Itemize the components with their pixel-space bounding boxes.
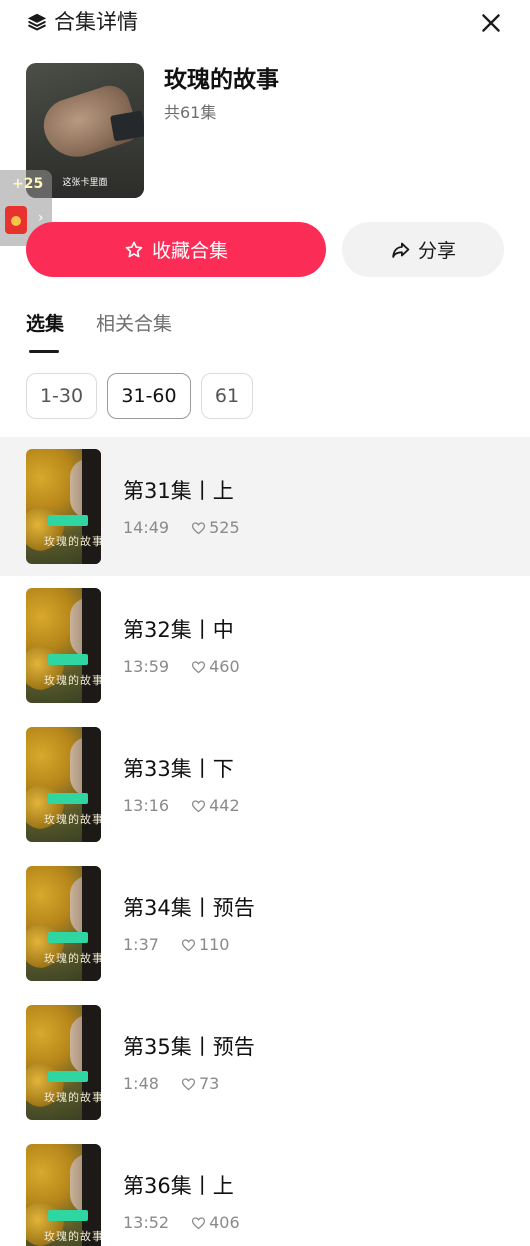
episode-title: 第35集丨预告 — [123, 1035, 255, 1059]
episode-duration: 1:37 — [123, 935, 159, 954]
episode-likes: 406 — [209, 1213, 240, 1232]
episode-thumbnail: 玫瑰的故事 — [26, 1144, 101, 1246]
episode-row[interactable]: 玫瑰的故事 第31集丨上 14:49 525 — [0, 437, 530, 576]
cover-phone — [109, 110, 144, 142]
episode-thumbnail: 玫瑰的故事 — [26, 449, 101, 564]
range-chip-61[interactable]: 61 — [201, 373, 253, 419]
episode-likes: 460 — [209, 657, 240, 676]
episode-title: 第31集丨上 — [123, 479, 234, 503]
episode-row[interactable]: 玫瑰的故事 第34集丨预告 1:37 110 — [0, 854, 530, 993]
red-envelope-icon — [5, 206, 27, 234]
layers-icon — [27, 13, 47, 31]
episode-duration: 13:52 — [123, 1213, 170, 1232]
episode-count: 共61集 — [164, 103, 217, 122]
episode-title: 第32集丨中 — [123, 618, 234, 642]
star-icon — [125, 241, 143, 257]
tab-episodes[interactable]: 选集 — [26, 310, 64, 338]
collect-button-label: 收藏合集 — [151, 240, 228, 262]
share-button-label: 分享 — [417, 240, 456, 262]
page-title: 合集详情 — [54, 10, 138, 34]
episode-thumbnail: 玫瑰的故事 — [26, 866, 101, 981]
episode-thumbnail: 玫瑰的故事 — [26, 1005, 101, 1120]
episode-meta: 13:16 442 — [123, 795, 240, 817]
episode-row[interactable]: 玫瑰的故事 第33集丨下 13:16 442 — [0, 715, 530, 854]
thumbnail-series-name: 玫瑰的故事 — [44, 1091, 101, 1104]
episode-meta: 13:52 406 — [123, 1212, 240, 1234]
range-chip-1-30[interactable]: 1-30 — [26, 373, 97, 419]
episode-thumbnail: 玫瑰的故事 — [26, 727, 101, 842]
episode-title: 第34集丨预告 — [123, 896, 255, 920]
thumbnail-series-name: 玫瑰的故事 — [44, 674, 101, 687]
heart-icon — [192, 1216, 206, 1229]
episode-duration: 14:49 — [123, 518, 170, 537]
episode-duration: 13:16 — [123, 796, 170, 815]
heart-icon — [192, 799, 206, 812]
episode-likes: 442 — [209, 796, 240, 815]
episode-meta: 1:37 110 — [123, 934, 229, 956]
episode-title: 第33集丨下 — [123, 757, 234, 781]
thumbnail-series-name: 玫瑰的故事 — [44, 813, 101, 826]
heart-icon — [192, 521, 206, 534]
episode-row[interactable]: 玫瑰的故事 第36集丨上 13:52 406 — [0, 1132, 530, 1246]
heart-icon — [181, 1077, 196, 1090]
heart-icon — [181, 938, 196, 951]
episode-meta: 13:59 460 — [123, 656, 240, 678]
tab-related-collections[interactable]: 相关合集 — [96, 310, 172, 338]
thumbnail-series-name: 玫瑰的故事 — [44, 1230, 101, 1243]
episode-likes: 110 — [198, 935, 230, 954]
share-icon — [392, 242, 410, 258]
tab-active-indicator — [29, 350, 59, 353]
share-button[interactable]: 分享 — [342, 222, 504, 277]
episode-thumbnail: 玫瑰的故事 — [26, 588, 101, 703]
episode-duration: 13:59 — [123, 657, 170, 676]
reward-points: +25 — [12, 176, 44, 192]
collection-name: 玫瑰的故事 — [164, 67, 279, 93]
header: 合集详情 — [0, 0, 530, 46]
episode-meta: 1:48 73 — [123, 1073, 219, 1095]
heart-icon — [192, 660, 206, 673]
episode-likes: 525 — [209, 518, 240, 537]
close-icon[interactable] — [478, 10, 504, 36]
episode-row[interactable]: 玫瑰的故事 第35集丨预告 1:48 73 — [0, 993, 530, 1132]
episode-meta: 14:49 525 — [123, 517, 240, 539]
thumbnail-series-name: 玫瑰的故事 — [44, 952, 101, 965]
thumbnail-series-name: 玫瑰的故事 — [44, 535, 101, 548]
collect-collection-button[interactable]: 收藏合集 — [26, 222, 326, 277]
range-chip-31-60[interactable]: 31-60 — [107, 373, 191, 419]
episode-likes: 73 — [198, 1074, 220, 1093]
episode-duration: 1:48 — [123, 1074, 159, 1093]
episode-title: 第36集丨上 — [123, 1174, 234, 1198]
episode-row[interactable]: 玫瑰的故事 第32集丨中 13:59 460 — [0, 576, 530, 715]
